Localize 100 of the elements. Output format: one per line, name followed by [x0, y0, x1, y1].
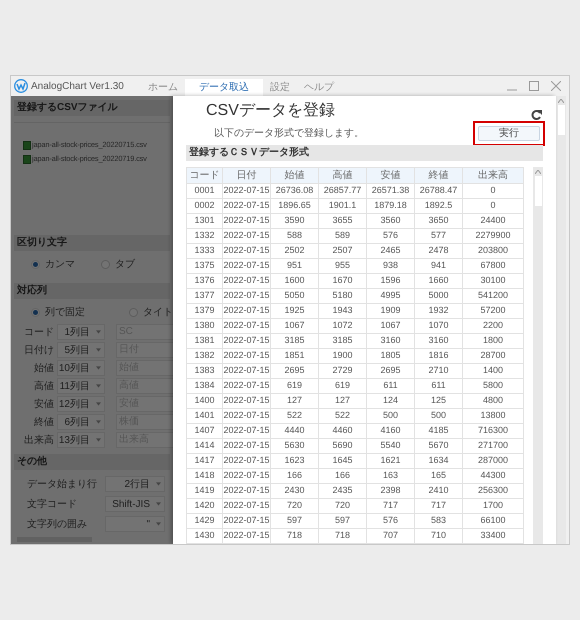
maximize-icon[interactable] — [529, 81, 539, 91]
table-cell: 203800 — [462, 244, 524, 258]
caret-icon — [96, 438, 101, 442]
table-cell: 1634 — [414, 454, 462, 468]
radio-label: タブ — [115, 258, 135, 272]
column-header[interactable]: 高値 — [318, 168, 366, 184]
field-label: 日付け — [23, 344, 55, 358]
table-cell: 5050 — [270, 288, 318, 304]
table-cell: 125 — [414, 394, 462, 408]
table-cell: 1420 — [186, 498, 222, 514]
scrollbar[interactable] — [556, 96, 566, 544]
dropdown[interactable]: 12列目 — [57, 396, 105, 412]
dropdown[interactable]: 13列目 — [57, 432, 105, 448]
section-heading: その他 — [14, 454, 170, 470]
radio-button[interactable] — [31, 308, 40, 316]
scrollbar[interactable] — [533, 167, 543, 544]
column-header[interactable]: コード — [186, 168, 222, 184]
table-cell: 1067 — [366, 318, 414, 334]
close-icon[interactable] — [551, 81, 561, 91]
column-header[interactable]: 終値 — [414, 168, 462, 184]
table-cell: 500 — [366, 408, 414, 424]
table-cell: 3655 — [318, 214, 366, 228]
column-header[interactable]: 安値 — [366, 168, 414, 184]
table-cell: 2022-07-15 — [222, 438, 270, 454]
table-cell: 28700 — [462, 348, 524, 364]
tab[interactable]: ヘルプ — [297, 79, 341, 96]
section-heading: 対応列 — [14, 283, 170, 299]
table-cell: 5670 — [414, 438, 462, 454]
dropdown[interactable]: Shift-JIS — [105, 496, 165, 512]
scroll-thumb[interactable] — [558, 105, 564, 135]
table-cell: 1621 — [366, 454, 414, 468]
table-cell: 2695 — [366, 364, 414, 378]
table-cell: 0 — [462, 184, 524, 198]
table-cell: 5180 — [318, 288, 366, 304]
execute-button[interactable]: 実行 — [478, 126, 540, 140]
table-cell: 1900 — [318, 348, 366, 364]
table-cell: 718 — [270, 528, 318, 544]
table-cell: 0 — [462, 198, 524, 214]
table-cell: 4185 — [414, 424, 462, 438]
table-cell: 1332 — [186, 228, 222, 244]
scroll-up-icon[interactable] — [535, 170, 541, 174]
column-header[interactable]: 出来高 — [462, 168, 524, 184]
field-label: データ始まり行 — [26, 478, 98, 492]
logo-icon — [14, 79, 28, 93]
dropdown[interactable]: 10列目 — [57, 360, 105, 376]
caret-icon — [156, 522, 161, 526]
table-cell: 256300 — [462, 484, 524, 498]
table-cell: 4460 — [318, 424, 366, 438]
column-header[interactable]: 始値 — [270, 168, 318, 184]
table-cell: 1380 — [186, 318, 222, 334]
table-cell: 588 — [270, 228, 318, 244]
dropdown[interactable]: 2行目 — [105, 476, 165, 492]
table-cell: 1851 — [270, 348, 318, 364]
redo-icon[interactable] — [531, 108, 543, 120]
table-cell: 717 — [366, 498, 414, 514]
table-cell: 1379 — [186, 304, 222, 318]
table-cell: 1301 — [186, 214, 222, 228]
table-cell: 541200 — [462, 288, 524, 304]
table-cell: 3590 — [270, 214, 318, 228]
scroll-up-icon[interactable] — [558, 99, 564, 103]
table-cell: 2022-07-15 — [222, 214, 270, 228]
table-cell: 1892.5 — [414, 198, 462, 214]
caret-icon — [96, 366, 101, 370]
dropdown[interactable]: 6列目 — [57, 414, 105, 430]
tab[interactable]: ホーム — [141, 79, 185, 96]
table-cell: 3560 — [366, 214, 414, 228]
tab[interactable]: 設定 — [263, 79, 297, 96]
table-cell: 5540 — [366, 438, 414, 454]
table-cell: 13800 — [462, 408, 524, 424]
dropdown[interactable]: " — [105, 516, 165, 532]
table-cell: 611 — [366, 378, 414, 394]
table-cell: 26736.08 — [270, 184, 318, 198]
table-cell: 67800 — [462, 258, 524, 274]
table-cell: 2435 — [318, 484, 366, 498]
table-cell: 5800 — [462, 378, 524, 394]
table-cell: 2022-07-15 — [222, 484, 270, 498]
tab[interactable]: データ取込 — [185, 79, 263, 96]
radio-label: タイト — [143, 306, 173, 320]
table-cell: 1623 — [270, 454, 318, 468]
dropdown[interactable]: 11列目 — [57, 378, 105, 394]
column-header[interactable]: 日付 — [222, 168, 270, 184]
dropdown[interactable]: 1列目 — [57, 324, 105, 340]
table-cell: 2507 — [318, 244, 366, 258]
table-cell: 1418 — [186, 468, 222, 484]
table-cell: 1376 — [186, 274, 222, 288]
table-cell: 2022-07-15 — [222, 288, 270, 304]
radio-button[interactable] — [31, 260, 40, 268]
table-cell: 1401 — [186, 408, 222, 424]
table-cell: 619 — [270, 378, 318, 394]
table-cell: 1070 — [414, 318, 462, 334]
table-cell: 1430 — [186, 528, 222, 544]
table-cell: 1901.1 — [318, 198, 366, 214]
table-cell: 1067 — [270, 318, 318, 334]
table-cell: 951 — [270, 258, 318, 274]
table-cell: 66100 — [462, 514, 524, 528]
table-cell: 1700 — [462, 498, 524, 514]
table-cell: 1670 — [318, 274, 366, 288]
dropdown[interactable]: 5列目 — [57, 342, 105, 358]
table-cell: 4160 — [366, 424, 414, 438]
table-cell: 30100 — [462, 274, 524, 288]
